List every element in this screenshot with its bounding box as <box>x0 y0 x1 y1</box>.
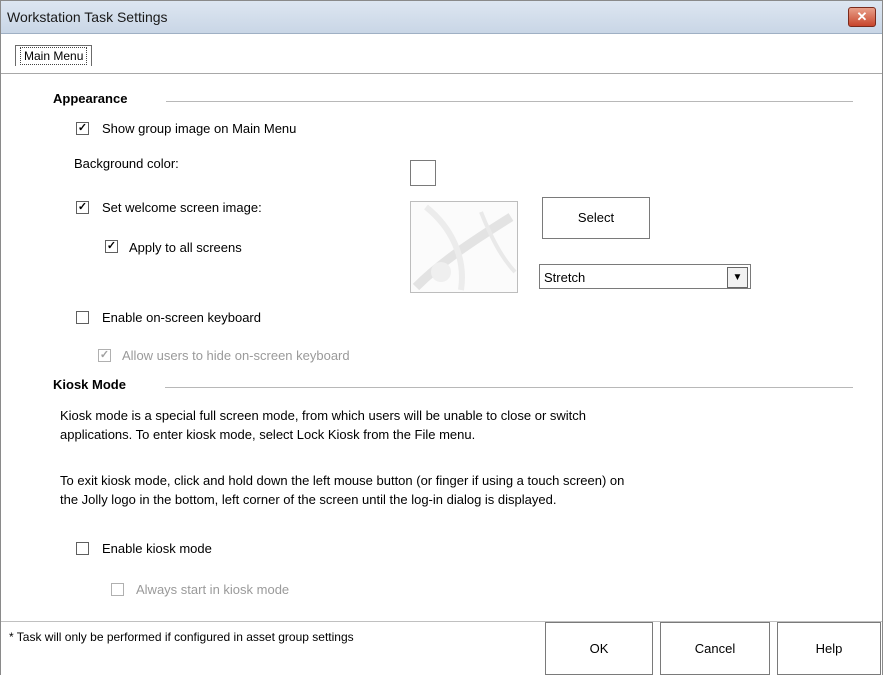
select-image-button[interactable]: Select <box>542 197 650 239</box>
cancel-button[interactable]: Cancel <box>660 622 770 675</box>
window-title: Workstation Task Settings <box>7 9 168 25</box>
always-start-kiosk-checkbox <box>111 583 124 596</box>
appearance-heading: Appearance <box>53 91 128 106</box>
kiosk-heading: Kiosk Mode <box>53 377 126 392</box>
ok-button[interactable]: OK <box>545 622 653 675</box>
kiosk-description-1: Kiosk mode is a special full screen mode… <box>60 406 820 444</box>
kiosk-rule <box>165 387 853 388</box>
enable-kiosk-checkbox[interactable] <box>76 542 89 555</box>
enable-keyboard-checkbox[interactable] <box>76 311 89 324</box>
welcome-image-checkbox[interactable]: ✓ <box>76 201 89 214</box>
image-mode-value: Stretch <box>544 270 586 285</box>
image-mode-select[interactable]: Stretch ▼ <box>539 264 751 289</box>
check-icon: ✓ <box>99 349 110 361</box>
welcome-image-preview <box>410 201 518 293</box>
apply-all-label[interactable]: Apply to all screens <box>129 240 242 255</box>
check-icon: ✓ <box>77 122 88 134</box>
background-color-swatch[interactable] <box>410 160 436 186</box>
kiosk-desc-line: Kiosk mode is a special full screen mode… <box>60 408 587 423</box>
enable-keyboard-label[interactable]: Enable on-screen keyboard <box>102 310 261 325</box>
help-button[interactable]: Help <box>777 622 881 675</box>
check-icon: ✓ <box>77 201 88 213</box>
kiosk-desc-line: applications. To enter kiosk mode, selec… <box>60 427 476 442</box>
enable-kiosk-label[interactable]: Enable kiosk mode <box>102 541 212 556</box>
kiosk-desc-line: To exit kiosk mode, click and hold down … <box>60 473 625 488</box>
tab-main-menu[interactable]: Main Menu <box>15 45 93 66</box>
allow-hide-keyboard-checkbox: ✓ <box>98 349 111 362</box>
settings-dialog: Workstation Task Settings ✕ Main Menu Ap… <box>0 0 883 675</box>
tab-divider <box>1 73 882 74</box>
appearance-rule <box>166 101 853 102</box>
welcome-image-thumbnail <box>411 202 517 292</box>
background-color-label: Background color: <box>74 156 179 171</box>
welcome-image-label[interactable]: Set welcome screen image: <box>102 200 262 215</box>
always-start-kiosk-label: Always start in kiosk mode <box>136 582 290 597</box>
allow-hide-keyboard-label: Allow users to hide on-screen keyboard <box>122 348 350 363</box>
chevron-down-icon[interactable]: ▼ <box>727 267 748 288</box>
kiosk-desc-line: the Jolly logo in the bottom, left corne… <box>60 492 557 507</box>
show-group-image-checkbox[interactable]: ✓ <box>76 122 89 135</box>
kiosk-description-2: To exit kiosk mode, click and hold down … <box>60 471 820 509</box>
check-icon: ✓ <box>106 240 117 252</box>
tab-main-menu-label: Main Menu <box>20 47 88 65</box>
title-bar[interactable]: Workstation Task Settings ✕ <box>1 1 882 34</box>
show-group-image-label[interactable]: Show group image on Main Menu <box>102 121 296 136</box>
close-icon: ✕ <box>856 9 868 24</box>
footer-note: * Task will only be performed if configu… <box>9 630 354 644</box>
apply-all-checkbox[interactable]: ✓ <box>105 240 118 253</box>
tab-strip: Main Menu <box>1 34 882 74</box>
dialog-footer: * Task will only be performed if configu… <box>1 621 882 675</box>
close-button[interactable]: ✕ <box>848 7 876 27</box>
